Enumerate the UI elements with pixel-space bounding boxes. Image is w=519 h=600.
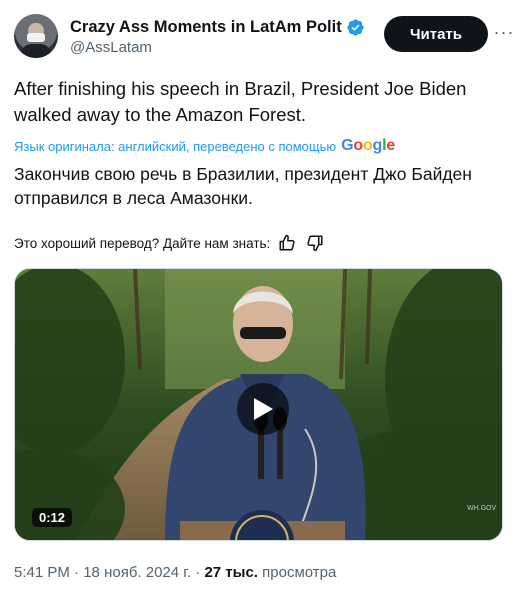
feedback-prompt: Это хороший перевод? Дайте нам знать: — [14, 235, 271, 251]
play-icon[interactable] — [237, 383, 289, 435]
tweet-header: Crazy Ass Moments in LatAm Polit @AssLat… — [14, 14, 513, 60]
google-logo: Google — [341, 137, 395, 155]
author-name-row[interactable]: Crazy Ass Moments in LatAm Polit — [70, 16, 365, 38]
verified-badge-icon — [347, 18, 364, 36]
google-logo-letter: e — [386, 137, 396, 154]
thumbs-down-icon[interactable] — [306, 234, 324, 252]
video-duration: 0:12 — [32, 508, 73, 527]
google-logo-letter: o — [353, 137, 363, 154]
thumbs-up-icon[interactable] — [278, 234, 296, 252]
google-logo-letter: o — [362, 137, 373, 154]
translation-attribution[interactable]: Язык оригинала: английский, переведено с… — [14, 137, 395, 155]
tweet-time[interactable]: 5:41 PM — [14, 564, 70, 581]
follow-button[interactable]: Читать — [384, 16, 488, 52]
tweet-text: After finishing his speech in Brazil, Pr… — [14, 78, 467, 125]
author-display-name[interactable]: Crazy Ass Moments in LatAm Polit — [70, 18, 342, 37]
video-watermark: WH.GOV — [467, 505, 497, 512]
tweet-date[interactable]: 18 нояб. 2024 г. — [83, 564, 191, 581]
views-label: просмотра — [262, 564, 337, 581]
avatar-mask-shape — [27, 33, 45, 42]
avatar[interactable] — [14, 14, 58, 58]
avatar-suit-shape — [20, 44, 52, 58]
tweet-meta: 5:41 PM · 18 нояб. 2024 г. · 27 тыс. про… — [14, 564, 336, 581]
translated-text: Закончив свою речь в Бразилии, президент… — [14, 164, 472, 208]
meta-separator: · — [74, 564, 80, 581]
google-logo-letter: G — [341, 137, 354, 154]
author-handle[interactable]: @AssLatam — [70, 39, 152, 56]
play-triangle-icon — [254, 398, 273, 420]
google-logo-letter: g — [372, 137, 383, 154]
more-icon[interactable]: ··· — [493, 22, 515, 42]
meta-separator: · — [195, 564, 201, 581]
translation-feedback: Это хороший перевод? Дайте нам знать: — [14, 233, 324, 253]
video-player[interactable]: 0:12 WH.GOV — [14, 268, 503, 541]
translation-attribution-label: Язык оригинала: английский, переведено с… — [14, 138, 337, 154]
views-count: 27 тыс. — [204, 564, 258, 581]
